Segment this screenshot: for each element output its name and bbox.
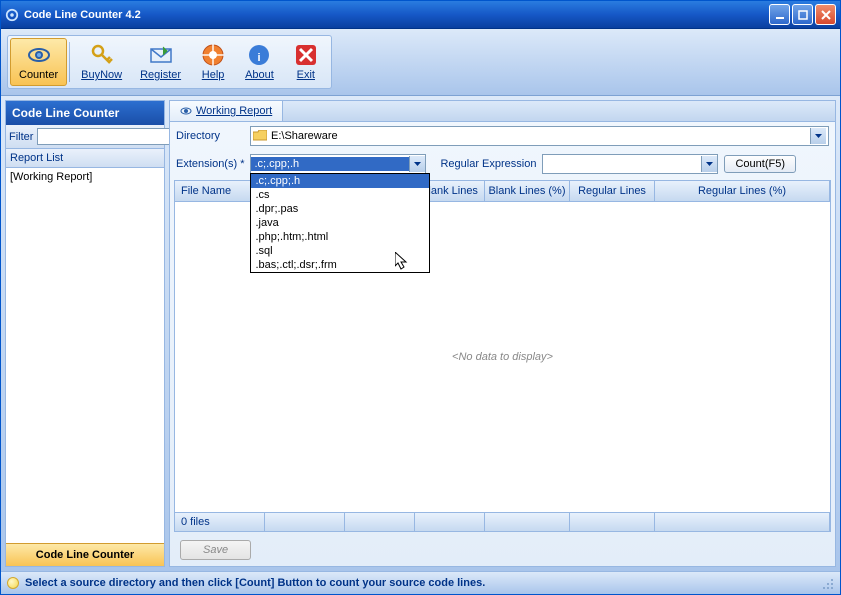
count-button[interactable]: Count(F5) xyxy=(724,155,796,173)
report-list: [Working Report] xyxy=(6,168,164,543)
directory-value: E:\Shareware xyxy=(271,130,810,142)
regex-input[interactable] xyxy=(542,154,718,174)
tab-bar: Working Report xyxy=(169,100,836,121)
exit-icon xyxy=(294,43,318,67)
column-header-regular-pct[interactable]: Regular Lines (%) xyxy=(655,181,830,201)
toolbtn-label: Register xyxy=(140,69,181,81)
footer-cell xyxy=(345,513,415,531)
toolbtn-register[interactable]: Register xyxy=(131,38,190,86)
titlebar: Code Line Counter 4.2 xyxy=(1,1,840,29)
app-icon xyxy=(5,8,19,22)
directory-label: Directory xyxy=(176,130,244,142)
toolbtn-counter[interactable]: Counter xyxy=(10,38,67,86)
report-list-header[interactable]: Report List xyxy=(6,149,164,168)
dropdown-item[interactable]: .bas;.ctl;.dsr;.frm xyxy=(251,258,429,272)
left-pane-header: Code Line Counter xyxy=(6,101,164,125)
toolbtn-label: Counter xyxy=(19,69,58,81)
directory-select[interactable]: E:\Shareware xyxy=(250,126,829,146)
toolbar: Counter BuyNow Register Help i About Ex xyxy=(7,35,332,89)
eye-icon xyxy=(27,43,51,67)
toolbtn-label: Help xyxy=(202,69,225,81)
app-window: Code Line Counter 4.2 Counter BuyNow Reg… xyxy=(0,0,841,595)
titlebar-text: Code Line Counter 4.2 xyxy=(24,9,769,21)
mail-icon xyxy=(149,43,173,67)
svg-text:i: i xyxy=(258,52,261,64)
body-area: Code Line Counter Filter Report List [Wo… xyxy=(1,96,840,571)
left-pane: Code Line Counter Filter Report List [Wo… xyxy=(5,100,165,567)
toolbar-area: Counter BuyNow Register Help i About Ex xyxy=(1,29,840,96)
tab-working-report[interactable]: Working Report xyxy=(170,101,283,121)
toolbtn-help[interactable]: Help xyxy=(190,38,236,86)
folder-icon xyxy=(253,130,267,142)
dropdown-arrow-icon[interactable] xyxy=(810,128,826,144)
dropdown-item[interactable]: .dpr;.pas xyxy=(251,202,429,216)
info-icon: i xyxy=(247,43,271,67)
extensions-label: Extension(s) * xyxy=(176,158,244,170)
filter-label: Filter xyxy=(9,131,33,143)
footer-cell xyxy=(485,513,570,531)
column-header-blank-pct[interactable]: Blank Lines (%) xyxy=(485,181,570,201)
dropdown-item[interactable]: .java xyxy=(251,216,429,230)
help-icon xyxy=(201,43,225,67)
toolbtn-exit[interactable]: Exit xyxy=(283,38,329,86)
footer-cell xyxy=(570,513,655,531)
resize-grip-icon[interactable] xyxy=(820,576,834,590)
dropdown-item[interactable]: .php;.htm;.html xyxy=(251,230,429,244)
regex-label: Regular Expression xyxy=(440,158,536,170)
statusbar: Select a source directory and then click… xyxy=(1,571,840,594)
dropdown-item[interactable]: .cs xyxy=(251,188,429,202)
dropdown-arrow-icon[interactable] xyxy=(409,156,425,172)
right-pane: Working Report Directory E:\Shareware Ex… xyxy=(169,100,836,567)
maximize-button[interactable] xyxy=(792,4,813,25)
footer-cell xyxy=(415,513,485,531)
footer-filecount: 0 files xyxy=(175,513,265,531)
toolbtn-about[interactable]: i About xyxy=(236,38,283,86)
key-icon xyxy=(90,43,114,67)
save-row: Save xyxy=(170,534,835,566)
save-button[interactable]: Save xyxy=(180,540,251,560)
tab-label: Working Report xyxy=(196,105,272,117)
toolbar-separator xyxy=(69,42,70,82)
toolbtn-buynow[interactable]: BuyNow xyxy=(72,38,131,86)
extensions-select[interactable]: .c;.cpp;.h .c;.cpp;.h .cs .dpr;.pas .jav… xyxy=(250,154,426,174)
column-header-regular[interactable]: Regular Lines xyxy=(570,181,655,201)
extensions-value: .c;.cpp;.h xyxy=(251,157,409,171)
close-button[interactable] xyxy=(815,4,836,25)
directory-row: Directory E:\Shareware xyxy=(170,122,835,150)
lightbulb-icon xyxy=(7,577,19,589)
footer-cell xyxy=(655,513,830,531)
filter-input[interactable] xyxy=(37,128,185,145)
dropdown-item[interactable]: .c;.cpp;.h xyxy=(251,174,429,188)
extensions-row: Extension(s) * .c;.cpp;.h .c;.cpp;.h .cs… xyxy=(170,150,835,178)
report-item[interactable]: [Working Report] xyxy=(6,168,164,186)
left-footer: Code Line Counter xyxy=(6,543,164,566)
eye-icon xyxy=(180,105,192,117)
filter-row: Filter xyxy=(6,125,164,149)
toolbtn-label: Exit xyxy=(297,69,315,81)
toolbtn-label: BuyNow xyxy=(81,69,122,81)
footer-cell xyxy=(265,513,345,531)
extensions-dropdown: .c;.cpp;.h .cs .dpr;.pas .java .php;.htm… xyxy=(250,173,430,273)
grid-footer: 0 files xyxy=(175,512,830,531)
toolbtn-label: About xyxy=(245,69,274,81)
nodata-label: <No data to display> xyxy=(452,351,553,363)
dropdown-item[interactable]: .sql xyxy=(251,244,429,258)
status-text: Select a source directory and then click… xyxy=(25,577,485,589)
minimize-button[interactable] xyxy=(769,4,790,25)
content: Directory E:\Shareware Extension(s) * .c… xyxy=(169,121,836,567)
dropdown-arrow-icon[interactable] xyxy=(701,156,717,172)
